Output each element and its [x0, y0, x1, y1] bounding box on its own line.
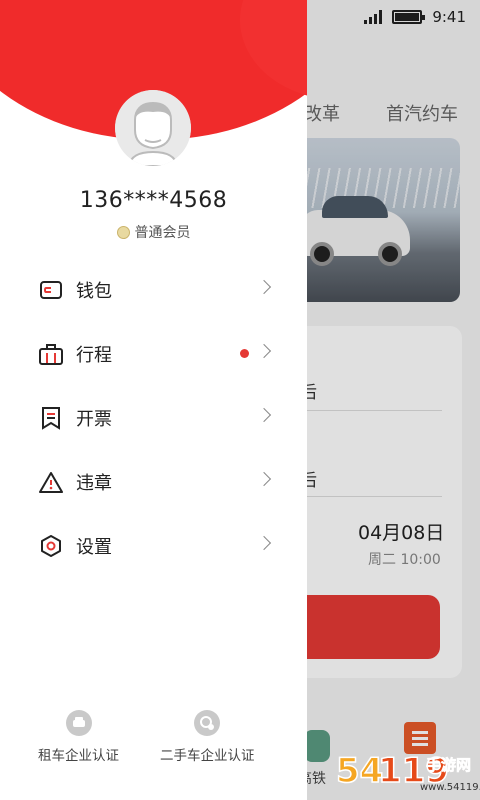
- used-car-certification[interactable]: 二手车企业认证: [160, 710, 255, 764]
- user-phone: 136****4568: [79, 188, 228, 213]
- chevron-right-icon: [256, 471, 272, 487]
- menu-item-settings[interactable]: 设置: [0, 514, 307, 578]
- member-level-label: 普通会员: [134, 225, 191, 241]
- menu-item-invoice[interactable]: 开票: [0, 386, 307, 450]
- menu-label-wallet: 钱包: [76, 281, 112, 302]
- car-rental-certification[interactable]: 租车企业认证: [38, 710, 119, 764]
- svg-text:手游网: 手游网: [426, 756, 471, 774]
- svg-text:54: 54: [336, 751, 383, 791]
- menu-item-violations[interactable]: 违章: [0, 450, 307, 514]
- menu-item-wallet[interactable]: 钱包: [0, 258, 307, 322]
- chevron-right-icon: [256, 279, 272, 295]
- notification-dot: [240, 349, 249, 358]
- drawer-menu: 钱包 行程 开票 违章 设置: [0, 258, 307, 578]
- footer-label-rental: 租车企业认证: [38, 748, 119, 764]
- member-level: 普通会员: [0, 222, 307, 242]
- side-drawer: 136****4568 普通会员 钱包 行程 开票 违章 设置 租车企业认证 二…: [0, 0, 307, 800]
- settings-icon: [38, 533, 64, 559]
- svg-text:www.54119.cn: www.54119.cn: [420, 782, 480, 793]
- drawer-footer: 租车企业认证 二手车企业认证: [0, 700, 307, 800]
- menu-label-trips: 行程: [76, 345, 112, 366]
- avatar[interactable]: [115, 90, 191, 166]
- wallet-icon: [38, 277, 64, 303]
- menu-label-violations: 违章: [76, 473, 112, 494]
- menu-item-trips[interactable]: 行程: [0, 322, 307, 386]
- invoice-icon: [38, 405, 64, 431]
- watermark-logo: 54 119 手游网 www.54119.cn: [334, 740, 480, 800]
- chevron-right-icon: [256, 535, 272, 551]
- member-coin-icon: [116, 226, 130, 239]
- briefcase-icon: [38, 341, 64, 367]
- warning-icon: [38, 469, 64, 495]
- used-car-icon: [194, 710, 221, 736]
- chevron-right-icon: [256, 343, 272, 359]
- chevron-right-icon: [256, 407, 272, 423]
- menu-label-settings: 设置: [76, 537, 112, 558]
- car-rental-icon: [65, 710, 92, 736]
- menu-label-invoice: 开票: [76, 409, 112, 430]
- footer-label-used-car: 二手车企业认证: [160, 748, 255, 764]
